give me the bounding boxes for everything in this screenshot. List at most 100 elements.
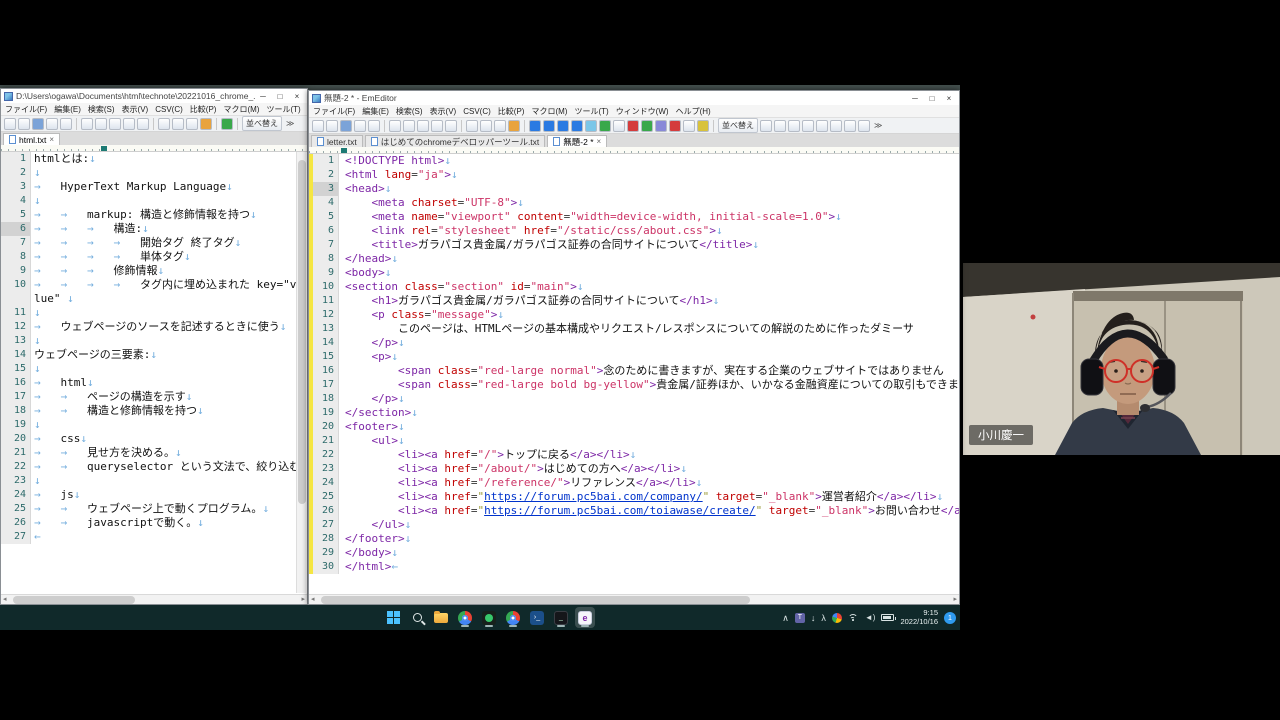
editor-line[interactable]: 25→ → ウェブページ上で動くプログラム。↓ [1,502,307,516]
csv-user-icon[interactable] [557,120,569,132]
editor-line[interactable]: 21→ → 見せ方を決める。↓ [1,446,307,460]
editor-line[interactable]: 7→ → → → 開始タグ 終了タグ↓ [1,236,307,250]
editor-line[interactable]: 20→ css↓ [1,432,307,446]
editor-line[interactable]: 26 <li><a href="https://forum.pc5bai.com… [309,504,959,518]
macro-play-icon[interactable] [641,120,653,132]
paste-icon[interactable] [109,118,121,130]
scroll-left-arrow-icon[interactable]: ◂ [311,595,315,605]
left-menu-item-4[interactable]: CSV(C) [155,105,183,114]
editor-line[interactable]: 27← [1,530,307,544]
editor-line[interactable]: 5→ → markup: 構造と修飾情報を持つ↓ [1,208,307,222]
scroll-right-arrow-icon[interactable]: ▸ [301,595,305,605]
scroll-thumb[interactable] [321,596,750,604]
file-explorer-icon[interactable] [431,607,451,628]
chrome-icon[interactable] [455,607,475,628]
editor-line[interactable]: 11↓ [1,306,307,320]
editor-line[interactable]: 25 <li><a href="https://forum.pc5bai.com… [309,490,959,504]
editor-line[interactable]: 2↓ [1,166,307,180]
editor-line[interactable]: 13 このページは、HTMLページの基本構成やリクエスト/レスポンスについての解… [309,322,959,336]
pause-icon[interactable] [669,120,681,132]
marks-icon[interactable] [221,118,233,130]
left-menu-item-7[interactable]: ツール(T) [266,104,300,115]
save-icon[interactable] [340,120,352,132]
editor-line[interactable]: 1<!DOCTYPE html>↓ [309,154,959,168]
print-preview-icon[interactable] [368,120,380,132]
editor-line[interactable]: 18→ → 構造と修飾情報を持つ↓ [1,404,307,418]
editor-line[interactable]: 17→ → ページの構造を示す↓ [1,390,307,404]
battery-icon[interactable] [881,614,894,621]
left-titlebar[interactable]: D:\Users\ogawa\Documents\html\technote\2… [1,89,307,103]
csv-mode-icon[interactable] [529,120,541,132]
editor-line[interactable]: 8</head>↓ [309,252,959,266]
cut-icon[interactable] [81,118,93,130]
replace-icon[interactable] [172,118,184,130]
right-menu-item-3[interactable]: 表示(V) [430,106,457,117]
find-icon[interactable] [158,118,170,130]
left-menu-item-6[interactable]: マクロ(M) [223,104,259,115]
search-icon[interactable] [407,607,427,628]
editor-line[interactable]: 6 <link rel="stylesheet" href="/static/c… [309,224,959,238]
notification-badge[interactable]: 1 [944,612,956,624]
editor-line[interactable]: 5 <meta name="viewport" content="width=d… [309,210,959,224]
lambda-icon[interactable]: λ [821,613,826,623]
left-menu-item-1[interactable]: 編集(E) [54,104,81,115]
right-menu-item-6[interactable]: マクロ(M) [531,106,567,117]
split-icon[interactable] [816,120,828,132]
columns-icon[interactable] [802,120,814,132]
editor-line[interactable]: 3<head>↓ [309,182,959,196]
editor-line[interactable]: 10→ → → → タグ内に埋め込まれた key="value" ↓ [1,278,307,306]
find-in-files-icon[interactable] [186,118,198,130]
left-maximize-button[interactable]: □ [272,91,288,102]
copy-icon[interactable] [95,118,107,130]
editor-line[interactable]: 30</html>← [309,560,959,574]
editor-line[interactable]: 19</section>↓ [309,406,959,420]
open-file-icon[interactable] [18,118,30,130]
right-menu-item-1[interactable]: 編集(E) [362,106,389,117]
editor-line[interactable]: 15 <p>↓ [309,350,959,364]
download-icon[interactable]: ↓ [811,613,816,623]
editor-line[interactable]: 9<body>↓ [309,266,959,280]
right-menu-item-9[interactable]: ヘルプ(H) [676,106,711,117]
editor-line[interactable]: 4↓ [1,194,307,208]
tray-chevron-icon[interactable]: ∧ [782,613,789,623]
right-close-button[interactable]: × [941,93,957,104]
sort-asc-icon[interactable] [844,120,856,132]
wifi-icon[interactable] [848,614,859,622]
replace-icon[interactable] [480,120,492,132]
chrome-profile-icon[interactable] [503,607,523,628]
editor-line[interactable]: 22→ → queryselector という文法で、絞り込む↓ [1,460,307,474]
editor-line[interactable]: 23 <li><a href="/about/">はじめての方へ</a></li… [309,462,959,476]
editor-line[interactable]: 16→ html↓ [1,376,307,390]
editor-line[interactable]: 16 <span class="red-large normal">念のために書… [309,364,959,378]
left-menu-item-0[interactable]: ファイル(F) [5,104,47,115]
editor-line[interactable]: 4 <meta charset="UTF-8">↓ [309,196,959,210]
step-icon[interactable] [683,120,695,132]
undo-icon[interactable] [123,118,135,130]
scroll-thumb[interactable] [298,160,306,504]
right-tab-1[interactable]: はじめてのchromeデベロッパーツール.txt [365,135,546,147]
editor-line[interactable]: 22 <li><a href="/">トップに戻る</a></li>↓ [309,448,959,462]
editor-line[interactable]: 9→ → → 修飾情報↓ [1,264,307,278]
new-file-icon[interactable] [4,118,16,130]
save-icon[interactable] [32,118,44,130]
macro-record-icon[interactable] [627,120,639,132]
right-menu-item-4[interactable]: CSV(C) [463,107,491,116]
copy-icon[interactable] [403,120,415,132]
open-file-icon[interactable] [326,120,338,132]
right-menu-item-8[interactable]: ウィンドウ(W) [616,106,669,117]
editor-line[interactable]: 20<footer>↓ [309,420,959,434]
editor-line[interactable]: 2<html lang="ja">↓ [309,168,959,182]
editor-line[interactable]: 28</footer>↓ [309,532,959,546]
terminal-icon[interactable]: _ [551,607,571,628]
right-maximize-button[interactable]: □ [924,93,940,104]
right-menu-item-7[interactable]: ツール(T) [574,106,608,117]
editor-line[interactable]: 26→ → javascriptで動く。↓ [1,516,307,530]
left-sort-button[interactable]: 並べ替え [242,116,282,131]
filter-icon[interactable] [200,118,212,130]
editor-line[interactable]: 18 </p>↓ [309,392,959,406]
find-icon[interactable] [466,120,478,132]
redo-icon[interactable] [137,118,149,130]
print-preview-icon[interactable] [60,118,72,130]
find-in-files-icon[interactable] [494,120,506,132]
marks-icon[interactable] [599,120,611,132]
